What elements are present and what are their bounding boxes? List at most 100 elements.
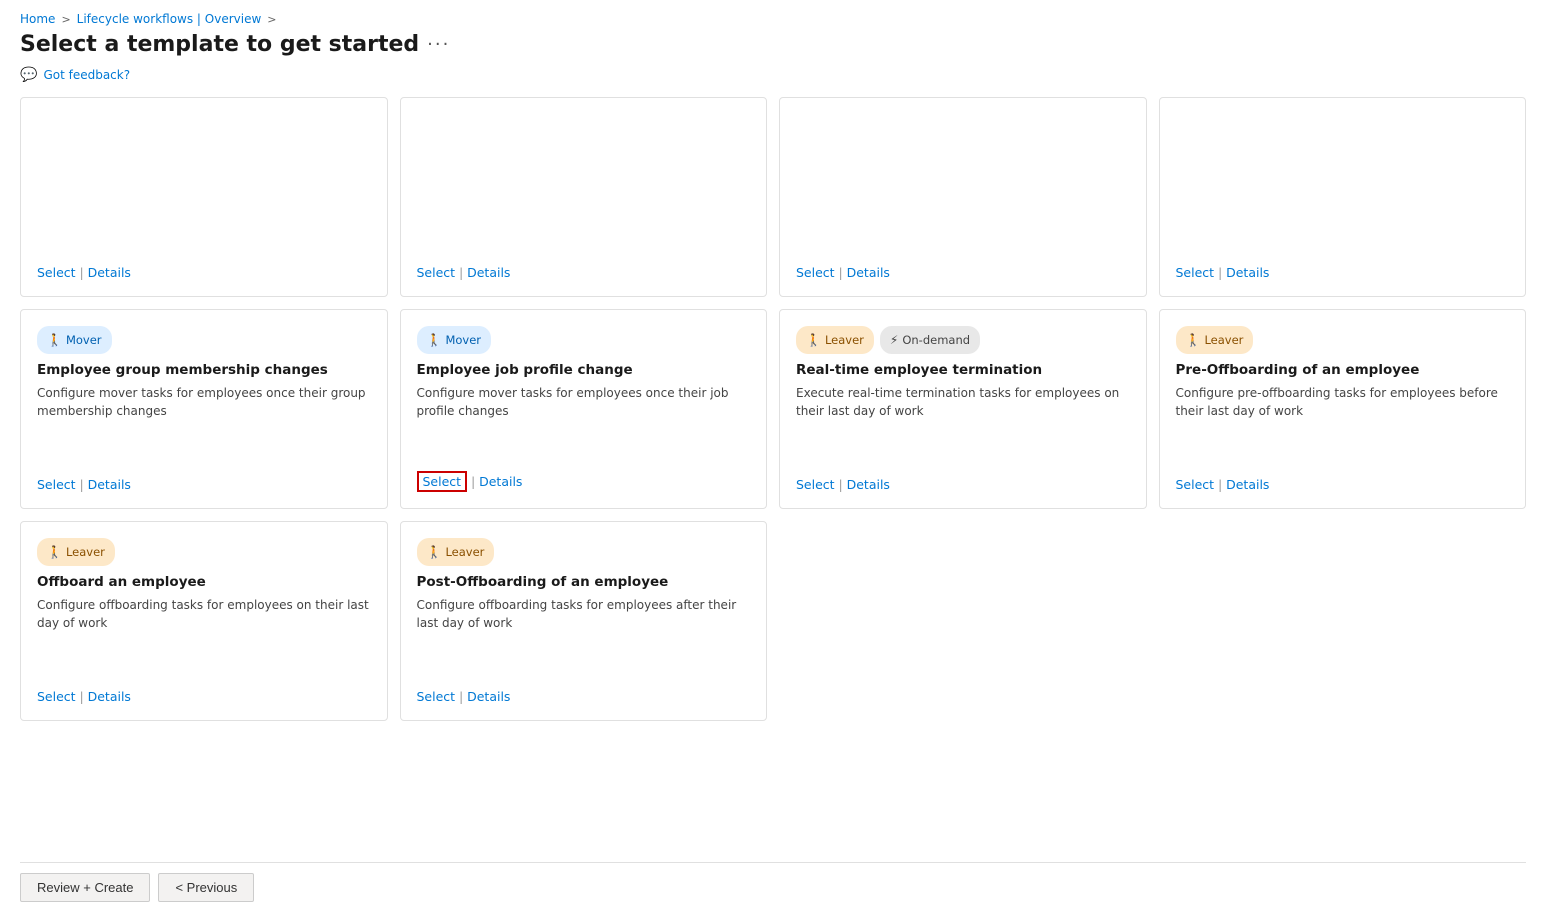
details-link-2[interactable]: Details xyxy=(467,265,510,280)
card-desc-9: Configure offboarding tasks for employee… xyxy=(37,596,371,663)
card-sep-9: | xyxy=(80,690,84,704)
template-card-1: Select | Details xyxy=(20,97,388,297)
select-link-7[interactable]: Select xyxy=(796,477,835,492)
select-link-5[interactable]: Select xyxy=(37,477,76,492)
leaver-badge-icon: 🚶 xyxy=(47,545,62,559)
breadcrumb-lifecycle[interactable]: Lifecycle workflows | Overview xyxy=(77,12,262,26)
details-link-5[interactable]: Details xyxy=(88,477,131,492)
card-footer-5: Select | Details xyxy=(37,467,371,492)
card-badges-5: 🚶 Mover xyxy=(37,326,371,354)
card-desc-8: Configure pre-offboarding tasks for empl… xyxy=(1176,384,1510,451)
ondemand-badge-label: On-demand xyxy=(902,333,970,347)
badge-leaver: 🚶Leaver xyxy=(37,538,115,566)
leaver-badge-label: Leaver xyxy=(1204,333,1243,347)
card-badges-1 xyxy=(37,114,371,142)
card-footer-7: Select | Details xyxy=(796,467,1130,492)
leaver-badge-icon: 🚶 xyxy=(427,545,442,559)
details-link-7[interactable]: Details xyxy=(847,477,890,492)
previous-button[interactable]: < Previous xyxy=(158,873,254,902)
bottom-bar: Review + Create < Previous xyxy=(20,862,1526,912)
mover-badge-icon: 🚶 xyxy=(427,333,442,347)
select-link-6[interactable]: Select xyxy=(417,471,468,492)
card-footer-1: Select | Details xyxy=(37,255,371,280)
select-link-10[interactable]: Select xyxy=(417,689,456,704)
details-link-8[interactable]: Details xyxy=(1226,477,1269,492)
template-card-9: 🚶LeaverOffboard an employeeConfigure off… xyxy=(20,521,388,721)
leaver-badge-icon: 🚶 xyxy=(1186,333,1201,347)
card-footer-10: Select| Details xyxy=(417,679,751,704)
feedback-label: Got feedback? xyxy=(43,68,130,82)
template-card-5: 🚶MoverEmployee group membership changesC… xyxy=(20,309,388,509)
breadcrumb-sep-1: > xyxy=(61,13,70,26)
details-link-9[interactable]: Details xyxy=(88,689,131,704)
leaver-badge-icon: 🚶 xyxy=(806,333,821,347)
card-footer-3: Select | Details xyxy=(796,255,1130,280)
breadcrumb-sep-2: > xyxy=(267,13,276,26)
page-title: Select a template to get started xyxy=(20,32,419,57)
select-link-3[interactable]: Select xyxy=(796,265,835,280)
card-desc-1 xyxy=(37,156,371,239)
template-card-10: 🚶Leaver Post-Offboarding of an employee Co… xyxy=(400,521,768,721)
more-options-button[interactable]: ··· xyxy=(427,34,450,55)
select-link-2[interactable]: Select xyxy=(417,265,456,280)
card-footer-6: Select|Details xyxy=(417,461,751,492)
details-link-1[interactable]: Details xyxy=(88,265,131,280)
template-card-2: Select| Details xyxy=(400,97,768,297)
badge-leaver: 🚶Leaver xyxy=(1176,326,1254,354)
card-sep-7: | xyxy=(839,478,843,492)
card-title-10: Post-Offboarding of an employee xyxy=(417,574,751,590)
mover-badge-label: Mover xyxy=(445,333,481,347)
review-create-button[interactable]: Review + Create xyxy=(20,873,150,902)
card-badges-6: 🚶Mover xyxy=(417,326,751,354)
card-badges-9: 🚶Leaver xyxy=(37,538,371,566)
mover-badge-icon: 🚶 xyxy=(47,333,62,347)
card-desc-7: Execute real-time termination tasks for … xyxy=(796,384,1130,451)
mover-badge-label: Mover xyxy=(66,333,102,347)
feedback-icon: 💬 xyxy=(20,67,37,83)
breadcrumb: Home > Lifecycle workflows | Overview > xyxy=(20,0,1526,32)
card-desc-4 xyxy=(1176,156,1510,239)
card-sep-4: | xyxy=(1218,266,1222,280)
card-sep-1: | xyxy=(80,266,84,280)
details-link-6[interactable]: Details xyxy=(479,474,522,489)
breadcrumb-home[interactable]: Home xyxy=(20,12,55,26)
badge-leaver: 🚶 Leaver xyxy=(796,326,874,354)
select-link-4[interactable]: Select xyxy=(1176,265,1215,280)
template-card-4: Select| Details xyxy=(1159,97,1527,297)
card-badges-2 xyxy=(417,114,751,142)
template-card-6: 🚶MoverEmployee job profile changeConfigu… xyxy=(400,309,768,509)
card-desc-5: Configure mover tasks for employees once… xyxy=(37,384,371,451)
details-link-3[interactable]: Details xyxy=(847,265,890,280)
card-badges-3 xyxy=(796,114,1130,142)
card-title-8: Pre-Offboarding of an employee xyxy=(1176,362,1510,378)
template-card-8: 🚶Leaver Pre-Offboarding of an employee Con… xyxy=(1159,309,1527,509)
card-badges-7: 🚶 Leaver ⚡ On-demand xyxy=(796,326,1130,354)
card-sep-10: | xyxy=(459,690,463,704)
card-sep-5: | xyxy=(80,478,84,492)
cards-grid: Select|DetailsSelect|DetailsSelect|Detai… xyxy=(20,97,1526,733)
card-title-7: Real-time employee termination xyxy=(796,362,1130,378)
card-sep-2: | xyxy=(459,266,463,280)
leaver-badge-label: Leaver xyxy=(445,545,484,559)
card-desc-2 xyxy=(417,156,751,239)
badge-ondemand: ⚡ On-demand xyxy=(880,326,980,354)
select-link-8[interactable]: Select xyxy=(1176,477,1215,492)
card-desc-10: Configure offboarding tasks for employee… xyxy=(417,596,751,663)
feedback-bar[interactable]: 💬 Got feedback? xyxy=(20,67,1526,83)
leaver-badge-label: Leaver xyxy=(825,333,864,347)
select-link-1[interactable]: Select xyxy=(37,265,76,280)
card-sep-3: | xyxy=(839,266,843,280)
card-title-6: Employee job profile change xyxy=(417,362,751,378)
details-link-10[interactable]: Details xyxy=(467,689,510,704)
select-link-9[interactable]: Select xyxy=(37,689,76,704)
template-card-3: Select | Details xyxy=(779,97,1147,297)
card-footer-8: Select| Details xyxy=(1176,467,1510,492)
card-badges-10: 🚶Leaver xyxy=(417,538,751,566)
page-header: Select a template to get started ··· xyxy=(20,32,1526,57)
card-badges-4 xyxy=(1176,114,1510,142)
card-footer-2: Select| Details xyxy=(417,255,751,280)
details-link-4[interactable]: Details xyxy=(1226,265,1269,280)
badge-mover: 🚶 Mover xyxy=(37,326,112,354)
ondemand-badge-icon: ⚡ xyxy=(890,333,898,347)
card-sep-8: | xyxy=(1218,478,1222,492)
